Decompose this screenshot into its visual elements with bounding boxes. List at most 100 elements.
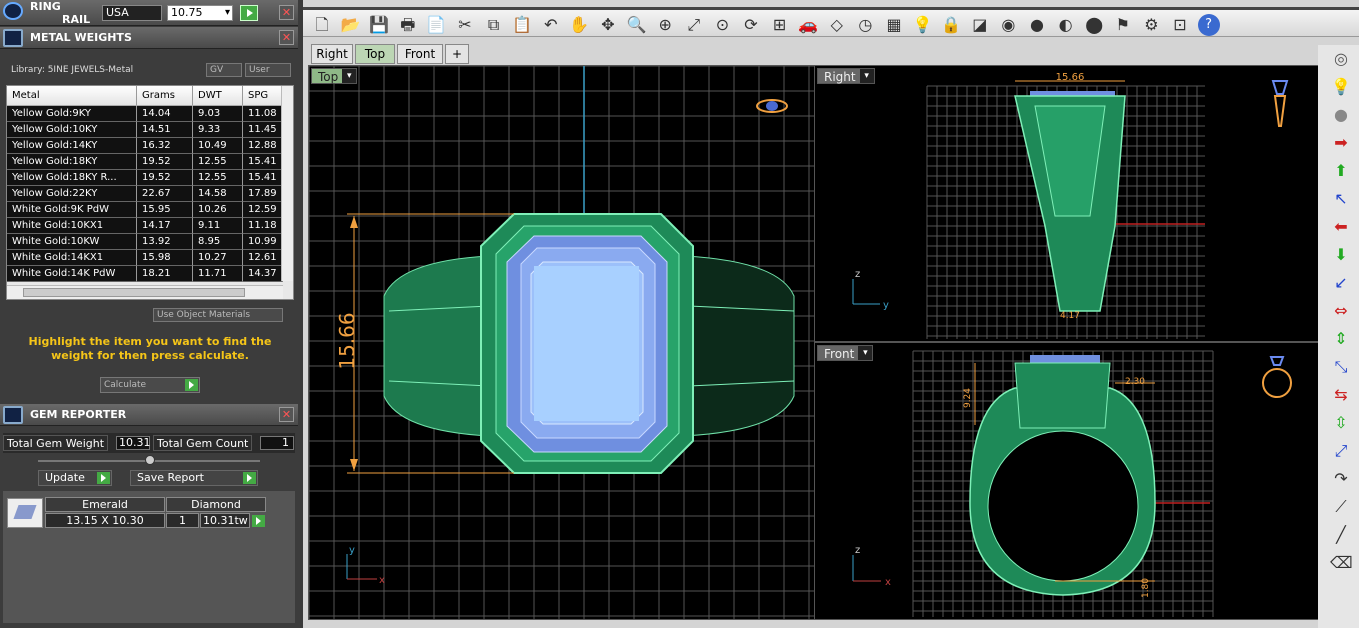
arrow-right-icon[interactable]: ➡ [1330,133,1352,153]
close-icon[interactable]: ✕ [279,407,294,422]
eraser-icon[interactable]: ⌫ [1330,553,1353,573]
light-bulb-icon[interactable]: 💡 [912,14,934,36]
flag-icon[interactable]: ⚑ [1112,14,1134,36]
table-cell: 15.41 [243,154,283,170]
column-header[interactable]: SPG [243,86,283,105]
cut-icon[interactable]: ✂ [454,14,476,36]
use-object-materials-checkbox[interactable]: Use Object Materials [153,308,283,322]
column-header[interactable]: Grams [137,86,193,105]
sphere-icon[interactable]: ● [1330,105,1352,125]
calculate-button[interactable]: Calculate [100,377,200,393]
add-tab-button[interactable]: + [445,44,469,64]
new-file-icon[interactable]: 🗋 [311,14,333,36]
gear-icon[interactable]: ⚙ [1140,14,1162,36]
table-row[interactable]: Yellow Gold:18KY 19.52 12.55 15.41 [7,154,293,170]
arrow-diag-icon[interactable]: ⤡ [1330,357,1352,377]
splitter-knob[interactable] [145,455,155,465]
dimension-icon[interactable]: ⊡ [1169,14,1191,36]
ring-size-select[interactable]: 10.75 [167,5,233,21]
undo-icon[interactable]: ↶ [540,14,562,36]
bottom-dimension-label: 4.17 [1060,311,1080,321]
move-icon[interactable]: ✥ [597,14,619,36]
tab-top[interactable]: Top [355,44,395,64]
close-icon[interactable]: ✕ [279,5,294,20]
table-row[interactable]: Yellow Gold:22KY 22.67 14.58 17.89 [7,186,293,202]
gv-toggle[interactable]: GV [206,63,242,77]
front-viewport-label[interactable]: Front [817,345,874,361]
top-viewport[interactable]: 15.66 y x Top [308,65,816,620]
render-icon[interactable]: ⬤ [1083,14,1105,36]
save-icon[interactable]: 💾 [368,14,390,36]
table-row[interactable]: Yellow Gold:14KY 16.32 10.49 12.88 [7,138,293,154]
update-button[interactable]: Update [38,470,112,486]
layer-icon[interactable]: ◪ [969,14,991,36]
arrow-up-icon[interactable]: ⬆ [1330,161,1352,181]
clock-icon[interactable]: ◷ [854,14,876,36]
tab-front[interactable]: Front [397,44,443,64]
line-icon[interactable]: ╱ [1330,525,1352,545]
table-cell: 14.04 [137,106,193,122]
color-wheel-icon[interactable]: ◉ [997,14,1019,36]
library-label: Library: 5INE JEWELS-Metal [11,65,134,75]
right-viewport[interactable]: 15.66 4.17 z y Right [814,65,1319,342]
table-row[interactable]: White Gold:14K PdW 18.21 11.71 14.37 [7,266,293,282]
pan-icon[interactable]: ✋ [568,14,590,36]
column-header[interactable]: Metal [7,86,137,105]
target-icon[interactable]: ◎ [1330,49,1352,69]
right-viewport-label[interactable]: Right [817,68,875,84]
axis-x-label: x [885,577,891,588]
arrow-diag-in-icon[interactable]: ⤢ [1330,441,1352,461]
car-icon[interactable]: 🚗 [797,14,819,36]
horizontal-scrollbar[interactable] [7,285,283,299]
four-views-icon[interactable]: ⊞ [769,14,791,36]
vertical-scrollbar[interactable] [281,86,293,281]
table-row[interactable]: White Gold:9K PdW 15.95 10.26 12.59 [7,202,293,218]
arrow-updown-icon[interactable]: ⇕ [1330,329,1352,349]
print-icon[interactable]: 🖶 [397,14,419,36]
open-folder-icon[interactable]: 📂 [340,14,362,36]
table-row[interactable]: White Gold:10KX1 14.17 9.11 11.18 [7,218,293,234]
plane-icon[interactable]: ◇ [826,14,848,36]
user-toggle[interactable]: User [245,63,291,77]
help-icon[interactable]: ? [1197,14,1220,36]
arrow-down-icon[interactable]: ⬇ [1330,245,1352,265]
table-row[interactable]: Yellow Gold:9KY 14.04 9.03 11.08 [7,106,293,122]
close-icon[interactable]: ✕ [279,30,294,45]
play-icon[interactable] [252,515,265,527]
export-icon[interactable]: 📄 [425,14,447,36]
table-row[interactable]: White Gold:14KX1 15.98 10.27 12.61 [7,250,293,266]
zoom-extents-icon[interactable]: ⤢ [683,14,705,36]
objects-icon[interactable]: ▦ [883,14,905,36]
top-viewport-label[interactable]: Top [311,68,358,84]
arrow-in-icon[interactable]: ⇆ [1330,385,1352,405]
ring-inner [987,430,1139,582]
table-row[interactable]: Yellow Gold:10KY 14.51 9.33 11.45 [7,122,293,138]
zoom-selected-icon[interactable]: ⊙ [711,14,733,36]
arrow-left-icon[interactable]: ⬅ [1330,217,1352,237]
save-report-button[interactable]: Save Report [130,470,258,486]
zoom-icon[interactable]: 🔍 [626,14,648,36]
shade-icon[interactable]: ◐ [1055,14,1077,36]
total-gem-count-label: Total Gem Count [153,435,253,451]
table-row[interactable]: Yellow Gold:18KY R... 19.52 12.55 15.41 [7,170,293,186]
table-row[interactable]: White Gold:10KW 13.92 8.95 10.99 [7,234,293,250]
scroll-thumb[interactable] [23,288,245,297]
arrow-up-left-icon[interactable]: ↖ [1330,189,1352,209]
country-field[interactable]: USA [102,5,162,21]
paste-icon[interactable]: 📋 [511,14,533,36]
ring-size-apply-button[interactable] [240,5,258,21]
arrow-down-left-icon[interactable]: ↙ [1330,273,1352,293]
front-viewport[interactable]: 9.24 2.30 1.80 z x Front [814,342,1319,620]
zoom-window-icon[interactable]: ⊕ [654,14,676,36]
light-bulb-icon[interactable]: 💡 [1330,77,1352,97]
copy-icon[interactable]: ⧉ [483,14,505,36]
rotate-view-icon[interactable]: ⟳ [740,14,762,36]
arrow-vert-in-icon[interactable]: ⇳ [1330,413,1352,433]
tab-right[interactable]: Right [311,44,353,64]
column-header[interactable]: DWT [193,86,243,105]
arrow-both-icon[interactable]: ⇔ [1330,301,1352,321]
curve-icon[interactable]: ↷ [1330,469,1352,489]
sphere-icon[interactable]: ● [1026,14,1048,36]
lock-icon[interactable]: 🔒 [940,14,962,36]
line-edit-icon[interactable]: ⟋ [1330,497,1352,517]
